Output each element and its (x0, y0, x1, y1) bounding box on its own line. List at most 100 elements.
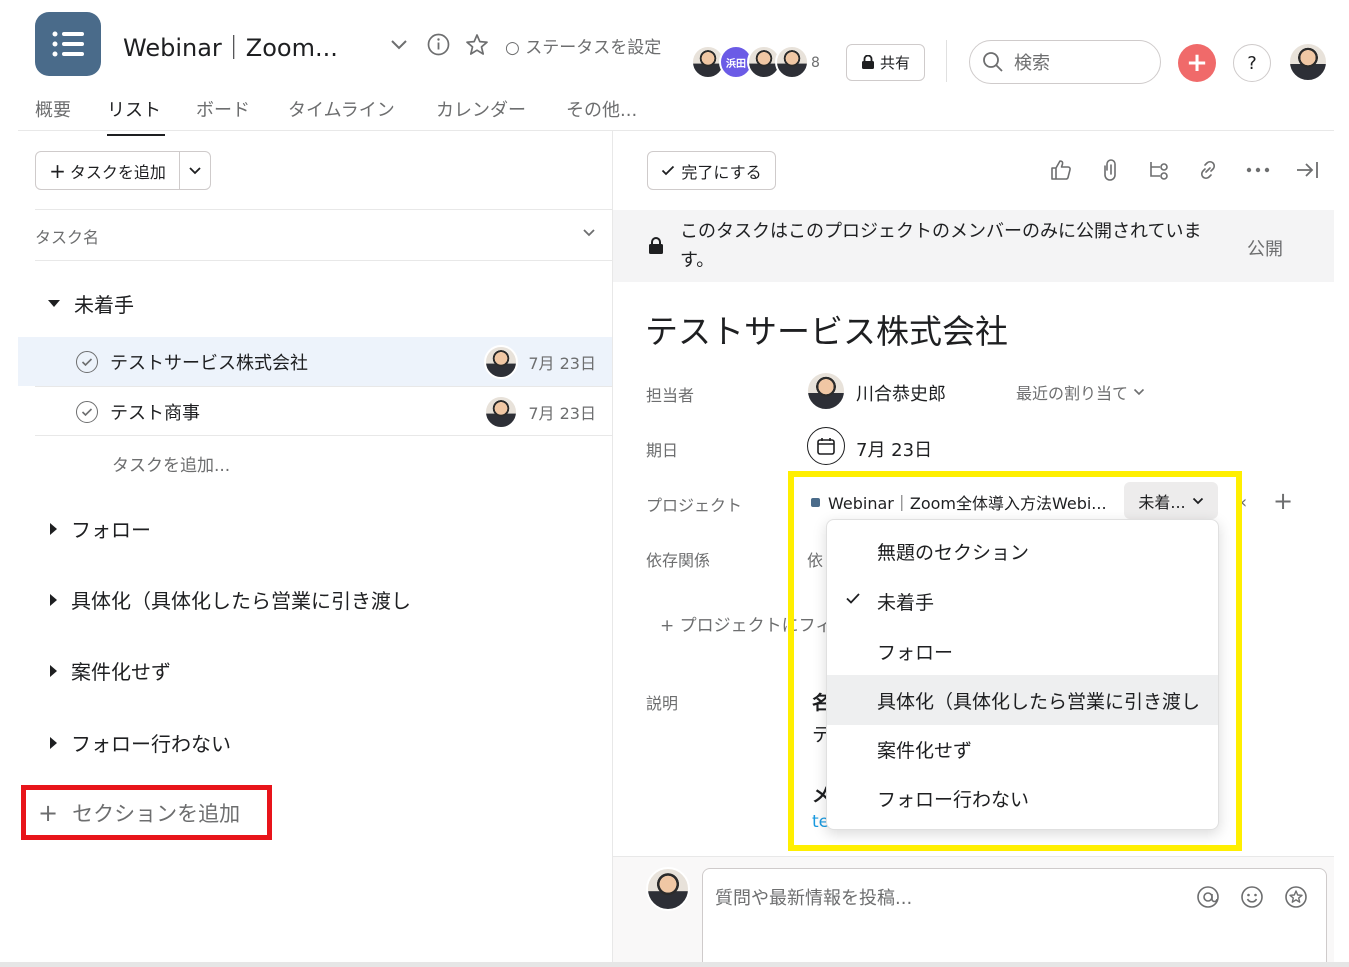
add-task-label: タスクを追加 (69, 162, 166, 182)
add-project-icon[interactable]: + (1273, 487, 1293, 515)
divider (35, 435, 612, 436)
project-label: プロジェクト (646, 496, 743, 515)
project-title[interactable]: Webinar｜Zoom... (123, 28, 338, 63)
header-divider (946, 40, 947, 82)
complete-check-icon[interactable] (76, 400, 98, 423)
make-public-button[interactable]: 公開 (1247, 235, 1283, 261)
header-divider (18, 130, 1334, 131)
search-input[interactable]: 検索 (969, 40, 1161, 84)
mention-icon[interactable] (1196, 885, 1220, 909)
tab-calendar[interactable]: カレンダー (436, 96, 526, 122)
expand-icon[interactable] (50, 593, 57, 606)
comment-placeholder: 質問や最新情報を投稿... (715, 888, 913, 909)
recent-assign-dropdown[interactable]: 最近の割り当て (1016, 380, 1145, 404)
task-name[interactable]: テスト商事 (110, 399, 484, 425)
share-button[interactable]: 共有 (846, 44, 925, 81)
star-icon[interactable] (465, 33, 489, 56)
section-name: 案件化せず (71, 660, 171, 684)
link-icon[interactable] (1196, 158, 1222, 184)
member-count[interactable]: 8 (811, 55, 820, 71)
plus-icon: + (49, 158, 66, 183)
chevron-down-icon (1133, 388, 1145, 396)
assignee-avatar[interactable] (806, 371, 846, 411)
task-due-date[interactable]: 7月 23日 (528, 400, 596, 424)
check-icon (662, 165, 675, 176)
tab-more[interactable]: その他... (566, 96, 637, 122)
section-name: フォロー行わない (71, 732, 231, 756)
chevron-down-icon[interactable] (582, 228, 596, 238)
add-section-label: セクションを追加 (72, 801, 241, 826)
add-section-button[interactable]: + セクションを追加 (21, 785, 272, 840)
emoji-icon[interactable] (1240, 885, 1264, 909)
section-header[interactable]: 案件化せず (50, 656, 171, 685)
comment-input[interactable] (702, 868, 1327, 967)
calendar-icon[interactable] (807, 427, 845, 465)
collapse-icon[interactable] (48, 300, 60, 307)
assignee-avatar[interactable] (484, 344, 519, 379)
divider (35, 209, 612, 210)
info-icon[interactable] (427, 33, 450, 56)
tab-list[interactable]: リスト (107, 96, 161, 122)
tab-overview[interactable]: 概要 (35, 96, 71, 122)
chevron-down-icon (189, 166, 201, 174)
search-icon (983, 52, 1003, 72)
section-header[interactable]: 未着手 (48, 289, 134, 318)
assignee-avatar[interactable] (484, 394, 519, 429)
appreciation-icon[interactable] (1284, 885, 1308, 909)
section-name: フォロー (71, 518, 151, 542)
expand-icon[interactable] (50, 664, 57, 677)
lock-icon (861, 55, 874, 69)
plus-icon: + (38, 798, 59, 827)
mark-complete-button[interactable]: 完了にする (647, 151, 776, 190)
more-icon[interactable] (1245, 158, 1271, 184)
like-icon[interactable] (1049, 158, 1075, 184)
task-row[interactable]: テスト商事 7月 23日 (18, 387, 612, 436)
expand-icon[interactable] (50, 522, 57, 535)
add-task-button[interactable]: + タスクを追加 (35, 151, 211, 190)
complete-check-icon[interactable] (76, 350, 98, 373)
user-avatar[interactable] (1288, 42, 1328, 82)
tab-timeline[interactable]: タイムライン (288, 96, 395, 122)
lock-icon (648, 237, 664, 255)
help-icon: ? (1247, 52, 1257, 74)
section-name: 未着手 (74, 293, 134, 317)
active-tab-indicator (107, 134, 165, 136)
column-header-task-name[interactable]: タスク名 (35, 224, 99, 248)
add-task-dropdown[interactable] (180, 152, 210, 189)
task-due-date[interactable]: 7月 23日 (528, 350, 596, 374)
section-header[interactable]: フォロー行わない (50, 728, 231, 757)
section-header[interactable]: 具体化（具体化したら営業に引き渡し (50, 585, 411, 614)
assignee-label: 担当者 (646, 386, 695, 405)
commenter-avatar (646, 867, 690, 911)
due-date-value[interactable]: 7月 23日 (856, 436, 932, 462)
section-name: 具体化（具体化したら営業に引き渡し (71, 589, 411, 613)
share-label: 共有 (879, 54, 910, 72)
attachment-icon[interactable] (1099, 158, 1125, 184)
privacy-text: このタスクはこのプロジェクトのメンバーのみに公開されています。 (680, 221, 1202, 271)
expand-icon[interactable] (50, 736, 57, 749)
complete-label: 完了にする (681, 162, 762, 182)
help-button[interactable]: ? (1233, 44, 1271, 82)
scrollbar[interactable] (0, 962, 1349, 967)
project-icon[interactable] (35, 12, 101, 76)
chevron-down-icon[interactable] (389, 36, 409, 52)
description-label: 説明 (646, 694, 679, 713)
create-button[interactable]: + (1178, 44, 1216, 82)
task-name[interactable]: テストサービス株式会社 (110, 349, 484, 375)
set-status-button[interactable]: ○ ステータスを設定 (505, 33, 661, 58)
search-placeholder: 検索 (1014, 53, 1050, 74)
due-date-label: 期日 (646, 441, 679, 460)
member-avatar[interactable] (775, 45, 809, 79)
subtask-icon[interactable] (1147, 158, 1173, 184)
task-title[interactable]: テストサービス株式会社 (645, 305, 1008, 353)
tab-board[interactable]: ボード (196, 96, 250, 122)
divider (35, 260, 612, 261)
section-header[interactable]: フォロー (50, 514, 151, 543)
task-row[interactable]: テストサービス株式会社 7月 23日 (18, 337, 612, 386)
add-task-main[interactable]: + タスクを追加 (36, 152, 180, 189)
assignee-name[interactable]: 川合恭史郎 (856, 380, 946, 406)
close-panel-icon[interactable] (1295, 158, 1321, 184)
dependency-label: 依存関係 (646, 551, 711, 570)
list-icon (52, 31, 84, 57)
add-task-inline[interactable]: タスクを追加... (112, 451, 230, 476)
